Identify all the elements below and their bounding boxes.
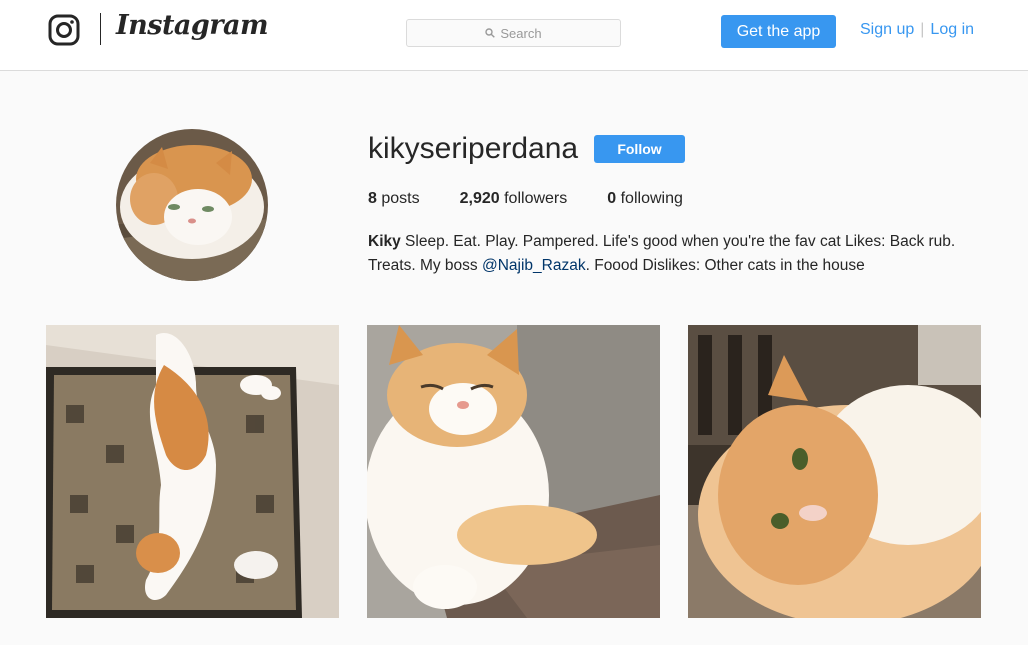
post-thumbnail[interactable] — [688, 325, 981, 618]
stat-label: following — [620, 190, 683, 207]
follow-button[interactable]: Follow — [594, 135, 685, 163]
auth-separator: | — [920, 21, 925, 38]
stat-posts: 8 posts — [368, 190, 420, 208]
stat-value: 0 — [607, 190, 617, 207]
bio-text: . Foood Dislikes: Other cats in the hous… — [585, 257, 865, 274]
bio-mention-link[interactable]: @Najib_Razak — [482, 257, 586, 274]
sign-up-link[interactable]: Sign up — [860, 21, 914, 38]
profile-username: kikyseriperdana — [368, 132, 579, 165]
post-thumbnail[interactable] — [46, 325, 339, 618]
instagram-camera-icon[interactable] — [48, 14, 80, 46]
instagram-wordmark[interactable]: Instagram — [116, 10, 269, 41]
profile-stats: 8 posts 2,920 followers 0 following — [368, 190, 723, 208]
post-thumbnail[interactable] — [367, 325, 660, 618]
top-nav: Instagram Search Get the app Sign up | Log… — [0, 0, 1028, 71]
stat-label: followers — [504, 190, 568, 207]
get-app-button[interactable]: Get the app — [721, 15, 836, 48]
logo-divider — [100, 13, 101, 45]
stat-value: 8 — [368, 190, 377, 207]
bio-name: Kiky — [368, 233, 401, 250]
auth-links: Sign up | Log in — [860, 21, 974, 39]
stat-followers[interactable]: 2,920 followers — [460, 190, 568, 208]
stat-following[interactable]: 0 following — [607, 190, 683, 208]
search-input[interactable]: Search — [406, 19, 621, 47]
search-icon — [485, 28, 496, 38]
log-in-link[interactable]: Log in — [930, 21, 974, 38]
stat-value: 2,920 — [459, 190, 500, 207]
search-placeholder: Search — [500, 25, 542, 41]
stat-label: posts — [381, 190, 420, 207]
profile-bio: Kiky Sleep. Eat. Play. Pampered. Life's … — [368, 230, 988, 278]
profile-avatar — [116, 129, 268, 281]
